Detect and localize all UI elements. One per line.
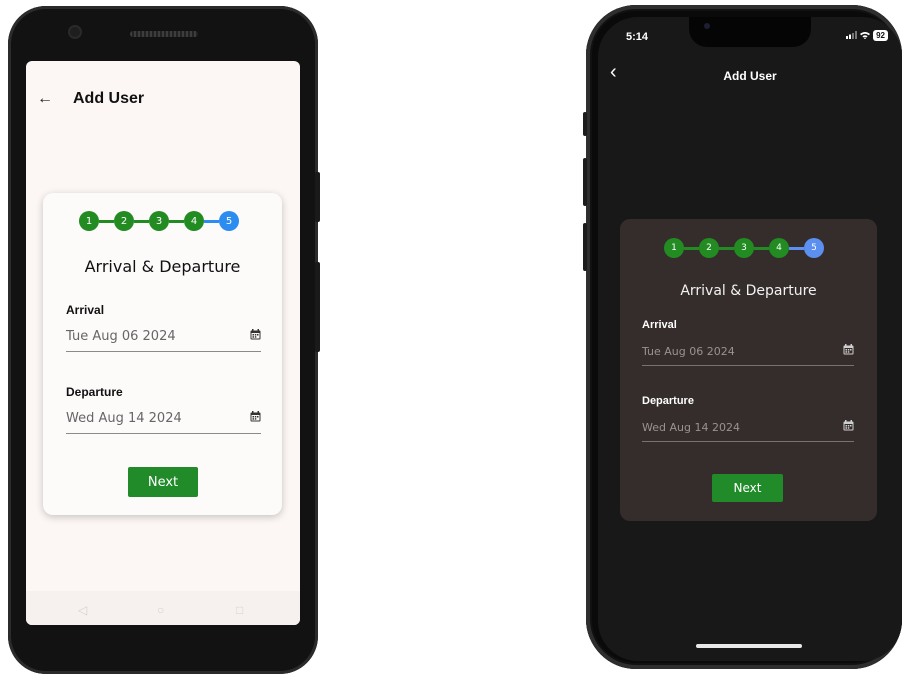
app-bar: ← Add User [26, 83, 300, 119]
next-button-label: Next [147, 474, 179, 490]
departure-date-value: Wed Aug 14 2024 [66, 410, 182, 426]
calendar-icon[interactable] [250, 327, 261, 345]
arrival-label: Arrival [642, 319, 677, 331]
status-time: 5:14 [626, 31, 649, 43]
mute-switch [583, 112, 587, 136]
status-icons: 92 [846, 30, 888, 41]
front-camera [70, 27, 80, 37]
step-connector [99, 219, 114, 223]
step-3: 3 [149, 211, 169, 231]
departure-date-field[interactable]: Wed Aug 14 2024 [66, 403, 261, 434]
arrival-date-field[interactable]: Tue Aug 06 2024 [642, 337, 854, 366]
android-screen: ← Add User 1 2 3 4 5 Arrival & Departure… [26, 61, 300, 625]
arrival-departure-card: 1 2 3 4 5 Arrival & Departure Arrival Tu… [43, 193, 282, 515]
step-connector [684, 246, 699, 250]
step-connector [134, 219, 149, 223]
iphone-frame: 5:14 92 ‹ Add User 1 2 3 4 5 Arrival & D… [583, 5, 902, 669]
step-4: 4 [184, 211, 204, 231]
arrival-date-value: Tue Aug 06 2024 [66, 328, 176, 344]
departure-label: Departure [66, 385, 123, 399]
android-phone-frame: ← Add User 1 2 3 4 5 Arrival & Departure… [8, 6, 320, 674]
arrival-date-value: Tue Aug 06 2024 [642, 344, 735, 358]
page-title: Add User [723, 69, 777, 83]
step-connector [204, 219, 219, 223]
departure-date-value: Wed Aug 14 2024 [642, 420, 740, 434]
section-heading: Arrival & Departure [680, 283, 817, 299]
power-button [315, 172, 320, 222]
step-4: 4 [769, 238, 789, 258]
step-connector [169, 219, 184, 223]
next-button[interactable]: Next [712, 474, 783, 502]
step-1: 1 [664, 238, 684, 258]
step-connector [789, 246, 804, 250]
departure-date-field[interactable]: Wed Aug 14 2024 [642, 413, 854, 442]
calendar-icon[interactable] [250, 409, 261, 427]
step-connector [719, 246, 734, 250]
step-5-active: 5 [804, 238, 824, 258]
section-heading: Arrival & Departure [84, 257, 241, 276]
step-indicator: 1 2 3 4 5 [664, 238, 824, 258]
arrival-date-field[interactable]: Tue Aug 06 2024 [66, 321, 261, 352]
nav-back-icon[interactable]: ◁ [78, 603, 87, 617]
calendar-icon[interactable] [843, 418, 854, 436]
volume-up-button [583, 158, 587, 206]
step-5-active: 5 [219, 211, 239, 231]
front-camera [704, 23, 710, 29]
arrival-departure-card: 1 2 3 4 5 Arrival & Departure Arrival Tu… [620, 219, 877, 521]
next-button-label: Next [733, 481, 762, 495]
arrow-left-icon[interactable]: ← [37, 90, 53, 108]
step-1: 1 [79, 211, 99, 231]
departure-label: Departure [642, 395, 694, 407]
home-indicator[interactable] [696, 644, 802, 648]
system-nav-bar: ◁ ○ □ [26, 591, 300, 625]
volume-down-button [583, 223, 587, 271]
notch [689, 17, 811, 47]
step-3: 3 [734, 238, 754, 258]
page-title: Add User [73, 90, 145, 107]
step-indicator: 1 2 3 4 5 [79, 211, 239, 231]
next-button[interactable]: Next [128, 467, 198, 497]
step-2: 2 [699, 238, 719, 258]
iphone-screen: 5:14 92 ‹ Add User 1 2 3 4 5 Arrival & D… [598, 17, 902, 661]
arrival-label: Arrival [66, 303, 105, 317]
nav-recents-icon[interactable]: □ [236, 603, 243, 617]
nav-home-icon[interactable]: ○ [157, 603, 164, 617]
signal-icon [846, 30, 858, 41]
calendar-icon[interactable] [843, 342, 854, 360]
wifi-icon [860, 31, 871, 41]
step-connector [754, 246, 769, 250]
battery-icon: 92 [873, 30, 888, 41]
earpiece-speaker [130, 31, 198, 37]
step-2: 2 [114, 211, 134, 231]
volume-button [315, 262, 320, 352]
